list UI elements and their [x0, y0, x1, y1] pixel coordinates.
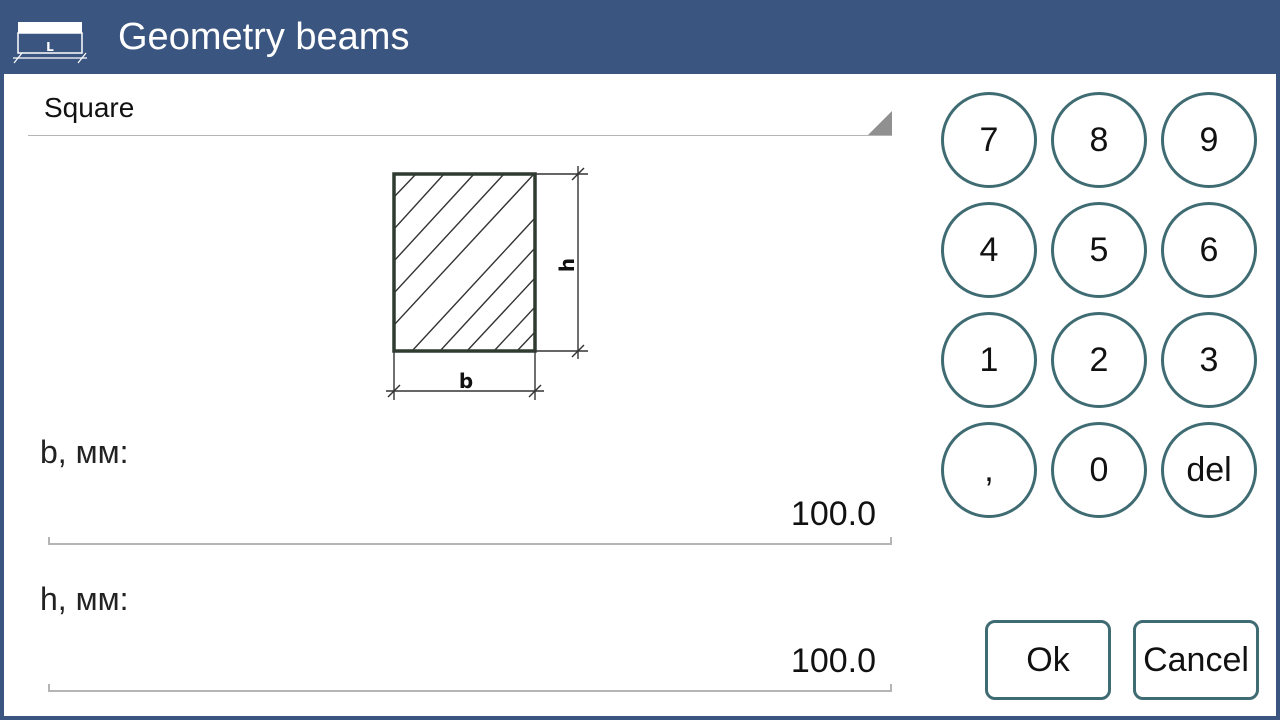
- b-field-label: b, мм:: [40, 434, 129, 470]
- key-3[interactable]: 3: [1161, 312, 1257, 408]
- cross-section-diagram: b h: [386, 166, 588, 400]
- ok-button[interactable]: Ok: [985, 620, 1111, 700]
- key-0[interactable]: 0: [1051, 422, 1147, 518]
- title-bar: L Geometry beams: [0, 0, 1280, 74]
- h-input[interactable]: [48, 639, 892, 683]
- key-delete[interactable]: del: [1161, 422, 1257, 518]
- key-5[interactable]: 5: [1051, 202, 1147, 298]
- shape-dropdown-value: Square: [44, 92, 135, 123]
- key-4[interactable]: 4: [941, 202, 1037, 298]
- h-field-label: h, мм:: [40, 581, 129, 617]
- hatching: [394, 174, 535, 351]
- key-comma[interactable]: ,: [941, 422, 1037, 518]
- b-input-underline: [48, 537, 892, 545]
- b-input[interactable]: [48, 492, 892, 536]
- width-symbol: b: [459, 369, 473, 393]
- window-title: Geometry beams: [118, 16, 410, 58]
- key-6[interactable]: 6: [1161, 202, 1257, 298]
- beam-icon: L: [13, 22, 87, 64]
- dimension-lines: [386, 166, 588, 400]
- dropdown-corner-icon: [868, 111, 892, 135]
- key-8[interactable]: 8: [1051, 92, 1147, 188]
- h-input-underline: [48, 684, 892, 692]
- svg-text:L: L: [46, 40, 54, 54]
- key-9[interactable]: 9: [1161, 92, 1257, 188]
- shape-dropdown[interactable]: Square: [28, 84, 892, 136]
- height-symbol: h: [555, 258, 579, 272]
- key-2[interactable]: 2: [1051, 312, 1147, 408]
- cancel-button[interactable]: Cancel: [1133, 620, 1259, 700]
- key-1[interactable]: 1: [941, 312, 1037, 408]
- key-7[interactable]: 7: [941, 92, 1037, 188]
